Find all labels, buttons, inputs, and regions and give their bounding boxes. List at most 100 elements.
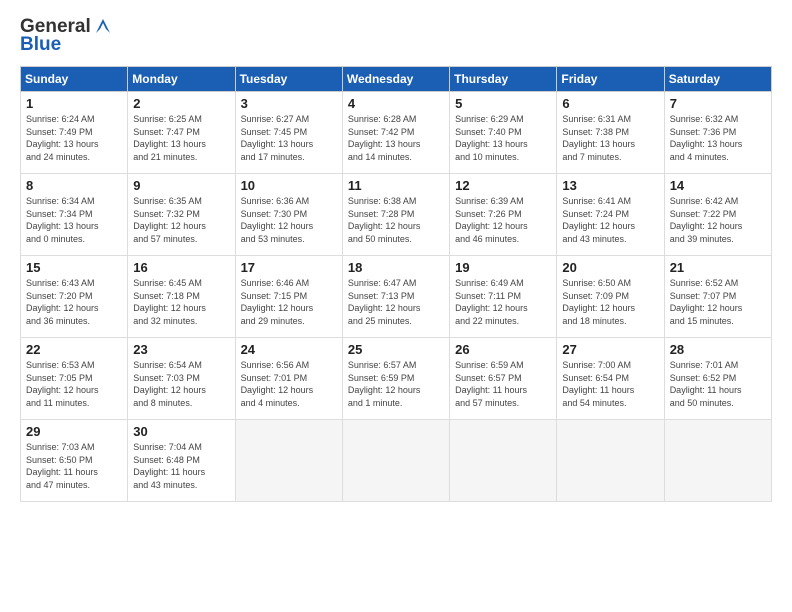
- calendar-cell: 6Sunrise: 6:31 AMSunset: 7:38 PMDaylight…: [557, 92, 664, 174]
- day-detail: Sunrise: 6:53 AMSunset: 7:05 PMDaylight:…: [26, 359, 122, 409]
- calendar-cell: 18Sunrise: 6:47 AMSunset: 7:13 PMDayligh…: [342, 256, 449, 338]
- day-number: 14: [670, 178, 766, 193]
- column-header-saturday: Saturday: [664, 67, 771, 92]
- calendar-cell: 8 Sunrise: 6:34 AMSunset: 7:34 PMDaylight…: [21, 174, 128, 256]
- day-detail: Sunrise: 7:01 AMSunset: 6:52 PMDaylight:…: [670, 359, 766, 409]
- calendar-cell: [664, 420, 771, 502]
- calendar-cell: 25 Sunrise: 6:57 AMSunset: 6:59 PMDayligh…: [342, 338, 449, 420]
- column-header-thursday: Thursday: [450, 67, 557, 92]
- column-header-monday: Monday: [128, 67, 235, 92]
- calendar-cell: 2 Sunrise: 6:25 AMSunset: 7:47 PMDaylight…: [128, 92, 235, 174]
- logo: General Blue: [20, 16, 114, 56]
- day-number: 21: [670, 260, 766, 275]
- calendar-cell: [235, 420, 342, 502]
- calendar-cell: 5 Sunrise: 6:29 AMSunset: 7:40 PMDaylight…: [450, 92, 557, 174]
- day-detail: Sunrise: 6:54 AMSunset: 7:03 PMDaylight:…: [133, 359, 229, 409]
- calendar-week-3: 15Sunrise: 6:43 AMSunset: 7:20 PMDayligh…: [21, 256, 772, 338]
- day-number: 3: [241, 96, 337, 111]
- column-header-friday: Friday: [557, 67, 664, 92]
- day-number: 20: [562, 260, 658, 275]
- day-detail: Sunrise: 6:39 AMSunset: 7:26 PMDaylight:…: [455, 195, 551, 245]
- day-number: 26: [455, 342, 551, 357]
- calendar-week-2: 8 Sunrise: 6:34 AMSunset: 7:34 PMDaylight…: [21, 174, 772, 256]
- day-number: 25: [348, 342, 444, 357]
- day-detail: Sunrise: 6:32 AMSunset: 7:36 PMDaylight:…: [670, 113, 766, 163]
- day-detail: Sunrise: 6:38 AMSunset: 7:28 PMDaylight:…: [348, 195, 444, 245]
- day-number: 30: [133, 424, 229, 439]
- day-number: 10: [241, 178, 337, 193]
- day-detail: Sunrise: 6:29 AMSunset: 7:40 PMDaylight:…: [455, 113, 551, 163]
- day-number: 1: [26, 96, 122, 111]
- calendar-cell: 1 Sunrise: 6:24 AMSunset: 7:49 PMDaylight…: [21, 92, 128, 174]
- day-detail: Sunrise: 6:45 AMSunset: 7:18 PMDaylight:…: [133, 277, 229, 327]
- calendar-cell: 26 Sunrise: 6:59 AMSunset: 6:57 PMDayligh…: [450, 338, 557, 420]
- day-number: 28: [670, 342, 766, 357]
- calendar-cell: [557, 420, 664, 502]
- calendar-cell: 14 Sunrise: 6:42 AMSunset: 7:22 PMDayligh…: [664, 174, 771, 256]
- day-detail: Sunrise: 6:49 AMSunset: 7:11 PMDaylight:…: [455, 277, 551, 327]
- calendar-cell: [450, 420, 557, 502]
- day-detail: Sunrise: 6:59 AMSunset: 6:57 PMDaylight:…: [455, 359, 551, 409]
- calendar-cell: 20 Sunrise: 6:50 AMSunset: 7:09 PMDayligh…: [557, 256, 664, 338]
- day-detail: Sunrise: 7:03 AMSunset: 6:50 PMDaylight:…: [26, 441, 122, 491]
- day-number: 17: [241, 260, 337, 275]
- calendar-cell: 30 Sunrise: 7:04 AMSunset: 6:48 PMDayligh…: [128, 420, 235, 502]
- calendar-cell: 29 Sunrise: 7:03 AMSunset: 6:50 PMDayligh…: [21, 420, 128, 502]
- day-detail: Sunrise: 6:52 AMSunset: 7:07 PMDaylight:…: [670, 277, 766, 327]
- column-header-tuesday: Tuesday: [235, 67, 342, 92]
- header: General Blue: [20, 16, 772, 56]
- day-detail: Sunrise: 7:00 AMSunset: 6:54 PMDaylight:…: [562, 359, 658, 409]
- calendar-cell: 21 Sunrise: 6:52 AMSunset: 7:07 PMDayligh…: [664, 256, 771, 338]
- day-detail: Sunrise: 6:35 AMSunset: 7:32 PMDaylight:…: [133, 195, 229, 245]
- calendar-cell: [342, 420, 449, 502]
- day-number: 27: [562, 342, 658, 357]
- day-number: 12: [455, 178, 551, 193]
- day-detail: Sunrise: 6:56 AMSunset: 7:01 PMDaylight:…: [241, 359, 337, 409]
- calendar-cell: 27 Sunrise: 7:00 AMSunset: 6:54 PMDayligh…: [557, 338, 664, 420]
- day-number: 7: [670, 96, 766, 111]
- calendar-cell: 16Sunrise: 6:45 AMSunset: 7:18 PMDayligh…: [128, 256, 235, 338]
- logo-icon: [92, 15, 114, 37]
- column-header-wednesday: Wednesday: [342, 67, 449, 92]
- day-number: 11: [348, 178, 444, 193]
- calendar-cell: 10 Sunrise: 6:36 AMSunset: 7:30 PMDayligh…: [235, 174, 342, 256]
- calendar-cell: 11 Sunrise: 6:38 AMSunset: 7:28 PMDayligh…: [342, 174, 449, 256]
- calendar-week-4: 22 Sunrise: 6:53 AMSunset: 7:05 PMDayligh…: [21, 338, 772, 420]
- day-number: 8: [26, 178, 122, 193]
- calendar-cell: 15Sunrise: 6:43 AMSunset: 7:20 PMDayligh…: [21, 256, 128, 338]
- day-detail: Sunrise: 6:46 AMSunset: 7:15 PMDaylight:…: [241, 277, 337, 327]
- calendar-header-row: SundayMondayTuesdayWednesdayThursdayFrid…: [21, 67, 772, 92]
- day-detail: Sunrise: 7:04 AMSunset: 6:48 PMDaylight:…: [133, 441, 229, 491]
- calendar-cell: 13Sunrise: 6:41 AMSunset: 7:24 PMDayligh…: [557, 174, 664, 256]
- calendar-cell: 23Sunrise: 6:54 AMSunset: 7:03 PMDayligh…: [128, 338, 235, 420]
- calendar-cell: 9Sunrise: 6:35 AMSunset: 7:32 PMDaylight…: [128, 174, 235, 256]
- day-number: 29: [26, 424, 122, 439]
- calendar-week-5: 29 Sunrise: 7:03 AMSunset: 6:50 PMDayligh…: [21, 420, 772, 502]
- day-detail: Sunrise: 6:36 AMSunset: 7:30 PMDaylight:…: [241, 195, 337, 245]
- calendar-cell: 7 Sunrise: 6:32 AMSunset: 7:36 PMDaylight…: [664, 92, 771, 174]
- calendar-cell: 22 Sunrise: 6:53 AMSunset: 7:05 PMDayligh…: [21, 338, 128, 420]
- day-detail: Sunrise: 6:34 AMSunset: 7:34 PMDaylight:…: [26, 195, 122, 245]
- day-number: 19: [455, 260, 551, 275]
- day-number: 22: [26, 342, 122, 357]
- day-number: 18: [348, 260, 444, 275]
- day-detail: Sunrise: 6:57 AMSunset: 6:59 PMDaylight:…: [348, 359, 444, 409]
- calendar-body: 1 Sunrise: 6:24 AMSunset: 7:49 PMDaylight…: [21, 92, 772, 502]
- day-detail: Sunrise: 6:50 AMSunset: 7:09 PMDaylight:…: [562, 277, 658, 327]
- day-number: 13: [562, 178, 658, 193]
- calendar-cell: 17 Sunrise: 6:46 AMSunset: 7:15 PMDayligh…: [235, 256, 342, 338]
- day-detail: Sunrise: 6:24 AMSunset: 7:49 PMDaylight:…: [26, 113, 122, 163]
- day-detail: Sunrise: 6:27 AMSunset: 7:45 PMDaylight:…: [241, 113, 337, 163]
- day-number: 4: [348, 96, 444, 111]
- day-number: 2: [133, 96, 229, 111]
- day-detail: Sunrise: 6:25 AMSunset: 7:47 PMDaylight:…: [133, 113, 229, 163]
- column-header-sunday: Sunday: [21, 67, 128, 92]
- calendar-cell: 4Sunrise: 6:28 AMSunset: 7:42 PMDaylight…: [342, 92, 449, 174]
- calendar-cell: 19 Sunrise: 6:49 AMSunset: 7:11 PMDayligh…: [450, 256, 557, 338]
- day-number: 5: [455, 96, 551, 111]
- day-detail: Sunrise: 6:43 AMSunset: 7:20 PMDaylight:…: [26, 277, 122, 327]
- calendar-cell: 28 Sunrise: 7:01 AMSunset: 6:52 PMDayligh…: [664, 338, 771, 420]
- calendar-cell: 24Sunrise: 6:56 AMSunset: 7:01 PMDayligh…: [235, 338, 342, 420]
- calendar-cell: 12 Sunrise: 6:39 AMSunset: 7:26 PMDayligh…: [450, 174, 557, 256]
- day-detail: Sunrise: 6:42 AMSunset: 7:22 PMDaylight:…: [670, 195, 766, 245]
